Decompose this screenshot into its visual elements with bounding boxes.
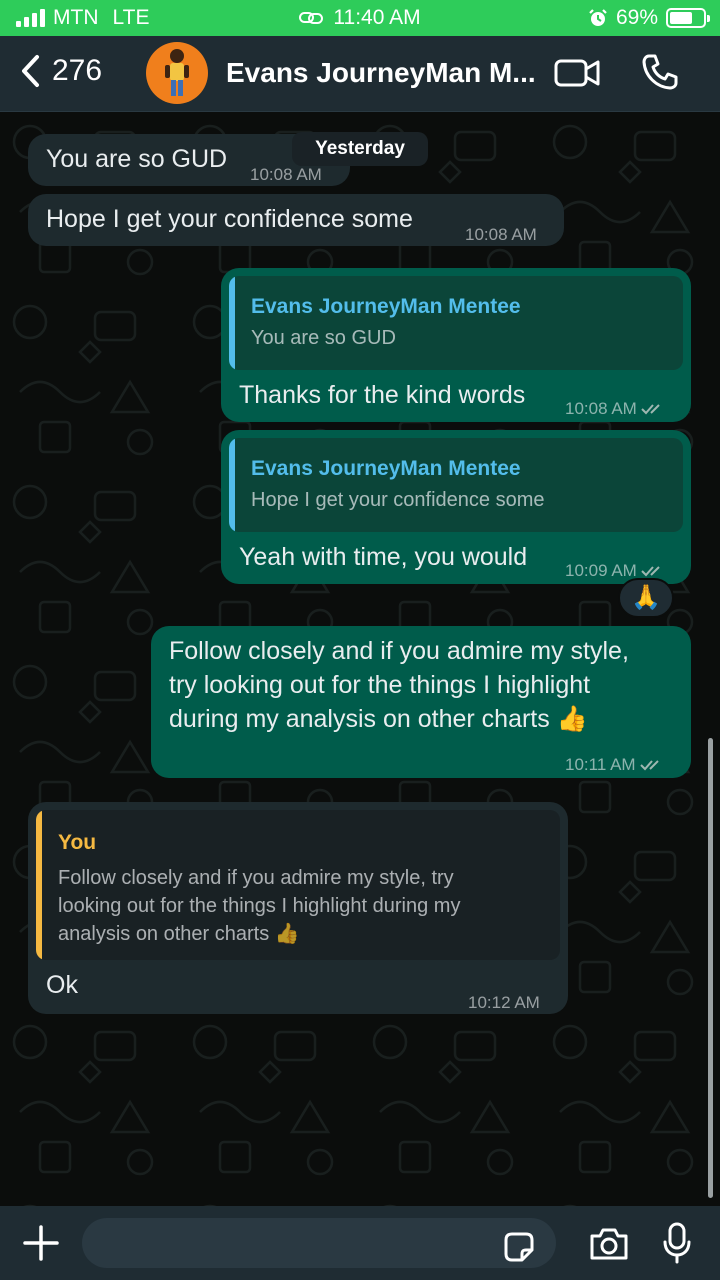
- battery-icon: [666, 8, 710, 28]
- quote-author: You: [58, 831, 97, 854]
- microphone-icon: [663, 1222, 691, 1264]
- battery-percent: 69%: [615, 6, 658, 29]
- chat-title[interactable]: Evans JourneyMan M...: [226, 57, 536, 89]
- chat-header: 276 Evans JourneyMan M...: [0, 36, 720, 112]
- scroll-indicator[interactable]: [708, 738, 713, 1198]
- quote-text: Hope I get your confidence some: [251, 489, 545, 511]
- message-time-group: 10:08 AM: [565, 392, 665, 426]
- reply-quote[interactable]: Evans JourneyMan Mentee Hope I get your …: [229, 438, 683, 532]
- message-text: Thanks for the kind words: [239, 381, 526, 409]
- message-out-5[interactable]: Follow closely and if you admire my styl…: [151, 626, 691, 778]
- read-ticks-icon: [641, 566, 660, 577]
- message-input[interactable]: [82, 1218, 556, 1268]
- avatar[interactable]: [146, 42, 208, 104]
- message-text: Hope I get your confidence some: [46, 205, 413, 233]
- message-in-2[interactable]: Hope I get your confidence some 10:08 AM: [28, 194, 564, 246]
- camera-icon: [590, 1228, 628, 1260]
- sticker-button[interactable]: [502, 1230, 536, 1269]
- phone-call-button[interactable]: [640, 52, 680, 97]
- message-in-6[interactable]: You Follow closely and if you admire my …: [28, 802, 568, 1014]
- message-line: Follow closely and if you admire my styl…: [169, 637, 629, 665]
- message-out-4[interactable]: Evans JourneyMan Mentee Hope I get your …: [221, 430, 691, 584]
- quote-line: analysis on other charts 👍: [58, 923, 300, 945]
- message-text: You are so GUD: [46, 145, 228, 173]
- message-time-group: 10:11 AM: [565, 748, 664, 782]
- video-call-icon: [554, 59, 600, 87]
- input-bar: [0, 1206, 720, 1280]
- quote-author: Evans JourneyMan Mentee: [251, 295, 521, 318]
- sticker-icon: [504, 1232, 534, 1262]
- message-time: 10:11 AM: [565, 755, 636, 774]
- quote-text: Follow closely and if you admire my styl…: [58, 864, 548, 948]
- status-time: 11:40 AM: [333, 6, 421, 29]
- attach-button[interactable]: [22, 1224, 60, 1267]
- quote-text: You are so GUD: [251, 327, 396, 349]
- quote-bar: [229, 438, 235, 532]
- message-line: try looking out for the things I highlig…: [169, 671, 591, 699]
- message-time: 10:08 AM: [465, 225, 537, 244]
- message-out-3[interactable]: Evans JourneyMan Mentee You are so GUD T…: [221, 268, 691, 422]
- unread-count: 276: [52, 54, 103, 87]
- back-button[interactable]: 276: [20, 54, 102, 88]
- read-ticks-icon: [639, 760, 659, 771]
- phone-call-icon: [642, 54, 678, 90]
- quote-bar: [36, 810, 42, 960]
- quote-bar: [229, 276, 235, 370]
- read-ticks-icon: [641, 404, 660, 415]
- avatar-figure-icon: [165, 49, 189, 96]
- video-call-button[interactable]: [554, 56, 600, 95]
- alarm-icon: [589, 9, 607, 26]
- message-time: 10:12 AM: [468, 993, 540, 1012]
- voice-message-button[interactable]: [662, 1222, 692, 1269]
- date-label: Yesterday: [292, 132, 428, 166]
- back-chevron-icon: [22, 55, 39, 87]
- message-text: Yeah with time, you would: [239, 543, 528, 571]
- battery-group: 69%: [588, 6, 710, 30]
- chat-area[interactable]: You are so GUD 10:08 AM Yesterday Hope I…: [0, 112, 720, 1206]
- quote-line: Follow closely and if you admire my styl…: [58, 867, 454, 889]
- reply-quote[interactable]: Evans JourneyMan Mentee You are so GUD: [229, 276, 683, 370]
- status-bar: MTN LTE 11:40 AM 69%: [0, 0, 720, 36]
- quote-author: Evans JourneyMan Mentee: [251, 457, 521, 480]
- message-reaction[interactable]: 🙏: [618, 578, 674, 618]
- message-text: Ok: [46, 971, 78, 999]
- reply-quote[interactable]: You Follow closely and if you admire my …: [36, 810, 560, 960]
- link-icon: [299, 12, 324, 24]
- camera-button[interactable]: [588, 1226, 630, 1267]
- plus-icon: [23, 1225, 59, 1261]
- message-line: during my analysis on other charts 👍: [169, 705, 588, 733]
- message-text: Follow closely and if you admire my styl…: [169, 634, 679, 736]
- message-time: 10:08 AM: [565, 399, 637, 418]
- quote-line: looking out for the things I highlight d…: [58, 895, 461, 917]
